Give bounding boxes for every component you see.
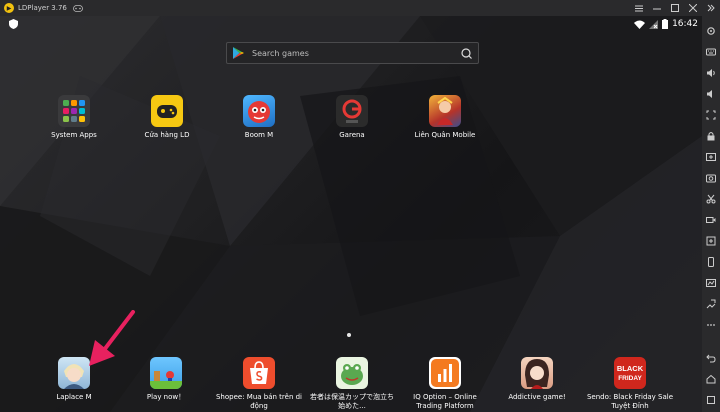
sendo-icon-text-2: FRIDAY (618, 375, 642, 382)
window-title: LDPlayer 3.76 (18, 4, 67, 12)
recent-apps-button[interactable] (702, 389, 720, 410)
app-label: Boom M (244, 131, 274, 139)
sync-button[interactable] (702, 230, 720, 251)
lock-icon (707, 131, 715, 140)
status-time: 16:42 (672, 19, 698, 29)
add-apk-icon (706, 152, 716, 161)
shake-button[interactable] (702, 293, 720, 314)
shopee-icon (243, 357, 275, 389)
rotate-button[interactable] (702, 251, 720, 272)
record-icon (706, 216, 716, 223)
screenshot-icon (706, 174, 716, 182)
emulator-toolbar (702, 16, 720, 412)
app-label: Liên Quân Mobile (414, 131, 476, 139)
app-garena[interactable]: Garena (307, 95, 397, 140)
volume-down-icon (707, 89, 712, 98)
chevrons-right-icon (707, 4, 715, 12)
more-icon (707, 323, 715, 326)
back-button[interactable] (702, 347, 720, 368)
annotation-arrow (89, 310, 135, 366)
google-play-icon (233, 47, 244, 59)
fullscreen-icon (706, 110, 716, 119)
volume-down-button[interactable] (702, 83, 720, 104)
app-label: Play now！ (146, 393, 186, 401)
frog-game-icon (336, 357, 368, 389)
app-iq-option[interactable]: IQ Option – Online Trading Platform (400, 357, 490, 411)
android-home-screen[interactable]: 16:42 Search games System Apps Cửa hàng … (0, 16, 702, 412)
app-label: Sendo: Black Friday Sale Tuyệt Đỉnh (586, 393, 674, 410)
settings-icon (707, 26, 715, 35)
app-ld-store[interactable]: Cửa hàng LD (122, 95, 212, 140)
app-label: Cửa hàng LD (144, 131, 190, 139)
search-games-bar[interactable]: Search games (226, 42, 479, 64)
app-label: 若者は保温カップで泡立ち始めた... (310, 393, 394, 410)
app-label: Addictive game! (508, 393, 566, 401)
app-frog-game[interactable]: 若者は保温カップで泡立ち始めた... (307, 357, 397, 411)
shake-icon (706, 299, 716, 308)
app-addictive-game[interactable]: Addictive game! (492, 357, 582, 402)
scissors-button[interactable] (702, 188, 720, 209)
app-sendo[interactable]: BLACK FRIDAY Sendo: Black Friday Sale Tu… (585, 357, 675, 411)
search-placeholder: Search games (252, 48, 309, 58)
search-icon[interactable] (461, 48, 472, 59)
volume-up-icon (707, 68, 715, 77)
lien-quan-icon (429, 95, 461, 127)
recent-apps-icon (707, 395, 715, 404)
no-signal-icon (649, 19, 659, 29)
app-system-apps[interactable]: System Apps (29, 95, 119, 140)
back-icon (706, 354, 716, 362)
location-button[interactable] (702, 272, 720, 293)
play-now-icon (150, 357, 182, 389)
addictive-game-icon (521, 357, 553, 389)
close-icon (689, 4, 697, 12)
lock-button[interactable] (702, 125, 720, 146)
keyboard-button[interactable] (702, 41, 720, 62)
sync-icon (706, 236, 716, 245)
wifi-icon (634, 20, 646, 29)
record-button[interactable] (702, 209, 720, 230)
scissors-icon (706, 194, 716, 203)
volume-up-button[interactable] (702, 62, 720, 83)
app-label: System Apps (51, 131, 97, 139)
keyboard-icon (706, 48, 716, 55)
app-label: Garena (339, 131, 365, 139)
menu-button[interactable] (630, 0, 648, 16)
home-icon (706, 374, 716, 383)
title-bar: ▶ LDPlayer 3.76 (0, 0, 720, 16)
add-apk-button[interactable] (702, 146, 720, 167)
status-bar: 16:42 (0, 16, 702, 32)
rotate-icon (708, 256, 714, 267)
app-label: Shopee: Mua bán trên di động (215, 393, 302, 410)
sendo-icon: BLACK FRIDAY (614, 357, 646, 389)
close-button[interactable] (684, 0, 702, 16)
page-indicator (347, 333, 351, 337)
minimize-icon (653, 8, 661, 9)
ld-store-icon (151, 95, 183, 127)
app-label: Laplace M (56, 393, 92, 401)
shield-icon (9, 19, 18, 29)
maximize-icon (671, 4, 679, 12)
app-boom-m[interactable]: Boom M (214, 95, 304, 140)
app-shopee[interactable]: Shopee: Mua bán trên di động (214, 357, 304, 411)
boom-m-icon (243, 95, 275, 127)
battery-icon (662, 19, 669, 29)
home-button[interactable] (702, 368, 720, 389)
expand-sidebar-button[interactable] (702, 0, 720, 16)
iq-option-icon (429, 357, 461, 389)
app-lien-quan-mobile[interactable]: Liên Quân Mobile (400, 95, 490, 140)
sendo-icon-text-1: BLACK (617, 364, 644, 373)
system-apps-folder-icon (58, 95, 90, 127)
minimize-button[interactable] (648, 0, 666, 16)
app-label: IQ Option – Online Trading Platform (413, 393, 477, 410)
fullscreen-button[interactable] (702, 104, 720, 125)
garena-icon (336, 95, 368, 127)
ldplayer-logo-icon: ▶ (4, 3, 14, 13)
gamepad-icon[interactable] (72, 4, 83, 12)
settings-button[interactable] (702, 20, 720, 41)
location-icon (706, 278, 716, 287)
menu-icon (635, 5, 643, 11)
more-button[interactable] (702, 314, 720, 335)
screenshot-button[interactable] (702, 167, 720, 188)
maximize-button[interactable] (666, 0, 684, 16)
